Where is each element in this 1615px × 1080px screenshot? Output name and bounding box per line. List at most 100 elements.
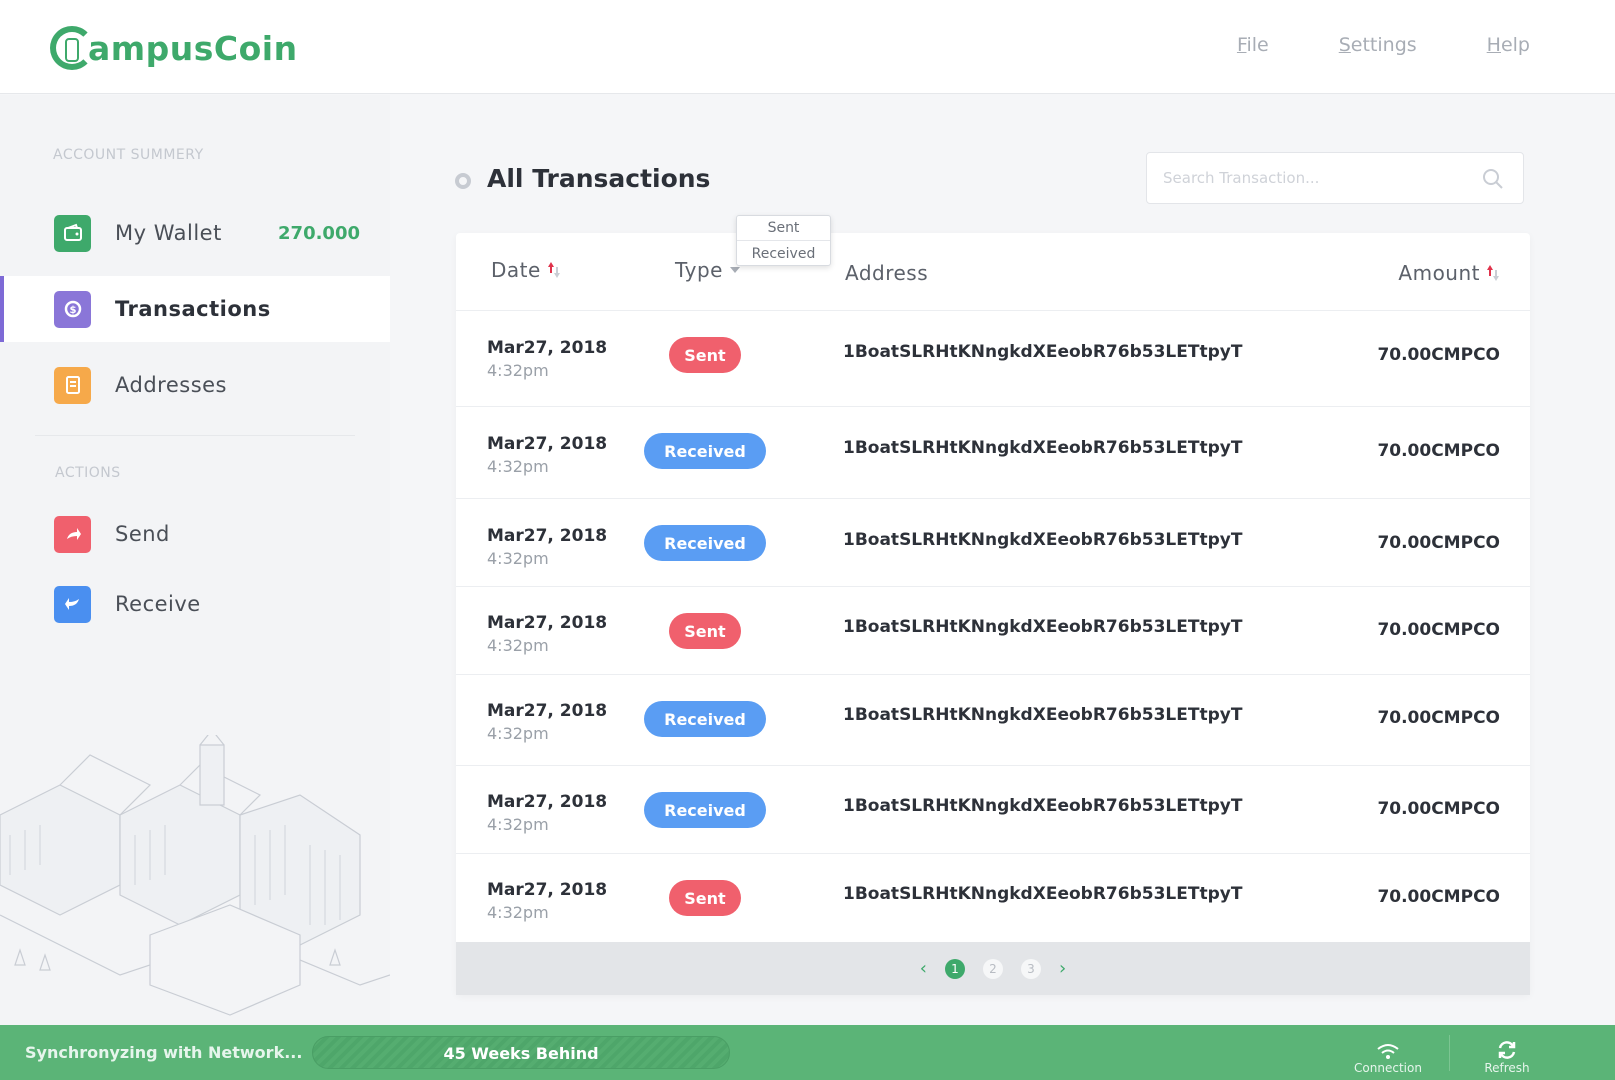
- sidebar-item-label: Send: [115, 522, 170, 546]
- column-header-label: Address: [845, 261, 929, 285]
- sidebar-item-wallet[interactable]: My Wallet 270.000: [0, 200, 390, 266]
- transaction-amount: 70.00CMPCO: [1377, 620, 1500, 640]
- transaction-time: 4:32pm: [487, 903, 549, 922]
- transaction-amount: 70.00CMPCO: [1377, 441, 1500, 461]
- table-row[interactable]: Mar27, 2018 4:32pm Received 1BoatSLRHtKN…: [456, 499, 1530, 587]
- column-header-address: Address: [845, 261, 928, 285]
- type-filter-dropdown: Sent Received: [736, 215, 831, 266]
- chevron-right-icon[interactable]: ›: [1059, 958, 1066, 979]
- sidebar: ACCOUNT SUMMERY My Wallet 270.000 $ Tran…: [0, 95, 390, 1025]
- top-menu: File Settings Help: [1237, 34, 1530, 57]
- status-badge: Received: [644, 792, 766, 828]
- campus-illustration: [0, 735, 390, 1016]
- transaction-time: 4:32pm: [487, 724, 549, 743]
- table-row[interactable]: Mar27, 2018 4:32pm Sent 1BoatSLRHtKNngkd…: [456, 311, 1530, 407]
- sidebar-item-addresses[interactable]: Addresses: [0, 352, 390, 418]
- connection-label: Connection: [1354, 1061, 1422, 1075]
- coin-logo-icon: [50, 26, 94, 70]
- transaction-amount: 70.00CMPCO: [1377, 345, 1500, 365]
- transaction-amount: 70.00CMPCO: [1377, 799, 1500, 819]
- actions-label: ACTIONS: [55, 465, 121, 481]
- transaction-time: 4:32pm: [487, 457, 549, 476]
- transaction-amount: 70.00CMPCO: [1377, 887, 1500, 907]
- sidebar-item-label: My Wallet: [115, 221, 222, 245]
- status-badge: Received: [644, 525, 766, 561]
- column-header-type[interactable]: Type: [675, 258, 741, 282]
- status-badge: Sent: [669, 337, 741, 373]
- search-box: [1146, 152, 1524, 204]
- sort-icon: [547, 262, 560, 278]
- chevron-left-icon[interactable]: ‹: [920, 958, 927, 979]
- connection-button[interactable]: Connection: [1338, 1033, 1438, 1075]
- transaction-date: Mar27, 2018: [487, 526, 608, 546]
- transaction-time: 4:32pm: [487, 815, 549, 834]
- transaction-address: 1BoatSLRHtKNngkdXEeobR76b53LETtpyT: [843, 617, 1243, 637]
- transaction-date: Mar27, 2018: [487, 613, 608, 633]
- logo: ampusCoin: [50, 24, 298, 72]
- wallet-balance: 270.000: [278, 222, 360, 244]
- wallet-icon: [54, 214, 91, 252]
- transaction-amount: 70.00CMPCO: [1377, 533, 1500, 553]
- status-badge: Received: [644, 433, 766, 469]
- menu-settings[interactable]: Settings: [1339, 34, 1417, 57]
- column-header-date[interactable]: Date: [491, 258, 561, 282]
- transaction-time: 4:32pm: [487, 549, 549, 568]
- transaction-address: 1BoatSLRHtKNngkdXEeobR76b53LETtpyT: [843, 342, 1243, 362]
- title-radio-icon: [455, 173, 471, 189]
- page-button-1[interactable]: 1: [945, 958, 965, 979]
- transaction-address: 1BoatSLRHtKNngkdXEeobR76b53LETtpyT: [843, 796, 1243, 816]
- column-header-label: Amount: [1398, 261, 1480, 285]
- transactions-icon: $: [54, 290, 91, 328]
- type-option-received[interactable]: Received: [737, 241, 830, 266]
- transaction-address: 1BoatSLRHtKNngkdXEeobR76b53LETtpyT: [843, 438, 1243, 458]
- transaction-date: Mar27, 2018: [487, 338, 608, 358]
- sidebar-item-label: Addresses: [115, 373, 227, 397]
- refresh-label: Refresh: [1484, 1061, 1530, 1075]
- status-badge: Sent: [669, 613, 741, 649]
- type-option-sent[interactable]: Sent: [737, 216, 830, 241]
- caret-down-icon: [729, 267, 740, 273]
- menu-help[interactable]: Help: [1487, 34, 1530, 57]
- sidebar-item-transactions[interactable]: $ Transactions: [0, 276, 390, 342]
- table-row[interactable]: Mar27, 2018 4:32pm Sent 1BoatSLRHtKNngkd…: [456, 587, 1530, 675]
- table-row[interactable]: Mar27, 2018 4:32pm Received 1BoatSLRHtKN…: [456, 407, 1530, 499]
- status-badge: Sent: [669, 880, 741, 916]
- status-badge: Received: [644, 701, 766, 737]
- sync-progress-label: 45 Weeks Behind: [443, 1044, 599, 1063]
- sort-icon: [1487, 265, 1499, 281]
- refresh-icon: [1498, 1041, 1516, 1059]
- column-header-amount[interactable]: Amount: [1398, 261, 1500, 285]
- search-input[interactable]: [1163, 165, 1463, 191]
- menu-file[interactable]: File: [1237, 34, 1269, 57]
- sidebar-divider: [35, 435, 355, 436]
- sidebar-item-send[interactable]: Send: [0, 501, 390, 567]
- transaction-address: 1BoatSLRHtKNngkdXEeobR76b53LETtpyT: [843, 884, 1243, 904]
- sidebar-item-label: Transactions: [115, 297, 271, 321]
- status-bar: Synchronyzing with Network... 45 Weeks B…: [0, 1025, 1615, 1080]
- refresh-button[interactable]: Refresh: [1457, 1033, 1557, 1075]
- transaction-time: 4:32pm: [487, 361, 549, 380]
- send-icon: [54, 515, 91, 553]
- transaction-amount: 70.00CMPCO: [1377, 708, 1500, 728]
- app-header: ampusCoin File Settings Help: [0, 0, 1615, 94]
- transaction-date: Mar27, 2018: [487, 792, 608, 812]
- search-icon[interactable]: [1481, 167, 1505, 191]
- table-row[interactable]: Mar27, 2018 4:32pm Received 1BoatSLRHtKN…: [456, 766, 1530, 854]
- sidebar-item-receive[interactable]: Receive: [0, 571, 390, 637]
- page-button-2[interactable]: 2: [983, 958, 1003, 979]
- column-header-label: Type: [675, 258, 723, 282]
- pagination: ‹ 1 2 3 ›: [456, 942, 1530, 995]
- sidebar-item-label: Receive: [115, 592, 201, 616]
- wifi-icon: [1377, 1044, 1399, 1059]
- table-row[interactable]: Mar27, 2018 4:32pm Received 1BoatSLRHtKN…: [456, 675, 1530, 766]
- column-header-label: Date: [491, 258, 541, 282]
- transaction-address: 1BoatSLRHtKNngkdXEeobR76b53LETtpyT: [843, 705, 1243, 725]
- sync-status-text: Synchronyzing with Network...: [25, 1043, 303, 1062]
- logo-text: ampusCoin: [88, 28, 298, 68]
- svg-text:$: $: [69, 305, 76, 316]
- sync-progress-bar: 45 Weeks Behind: [312, 1036, 730, 1069]
- transaction-date: Mar27, 2018: [487, 701, 608, 721]
- page-button-3[interactable]: 3: [1021, 958, 1041, 979]
- table-row[interactable]: Mar27, 2018 4:32pm Sent 1BoatSLRHtKNngkd…: [456, 854, 1530, 942]
- account-summary-label: ACCOUNT SUMMERY: [53, 147, 204, 163]
